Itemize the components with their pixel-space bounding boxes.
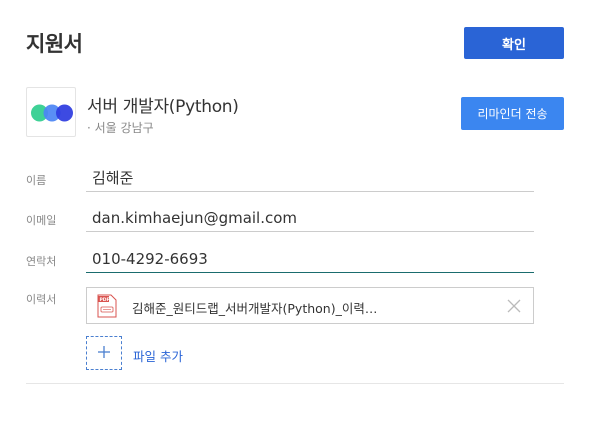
close-icon[interactable] <box>505 297 523 315</box>
confirm-button[interactable]: 확인 <box>464 27 564 59</box>
add-file-label[interactable]: 파일 추가 <box>133 346 183 365</box>
phone-label: 연락처 <box>26 255 57 268</box>
resume-label: 이력서 <box>26 293 57 306</box>
phone-input[interactable] <box>86 245 534 273</box>
job-location: · 서울 강남구 <box>87 121 154 135</box>
pdf-file-icon: PDF <box>97 294 117 318</box>
resume-file-name: 김해준_원티드랩_서버개발자(Python)_이력… <box>132 301 378 316</box>
plus-icon <box>97 344 111 363</box>
add-file-button[interactable] <box>86 336 122 370</box>
name-label: 이름 <box>26 174 47 187</box>
send-reminder-button[interactable]: 리마인더 전송 <box>461 97 564 130</box>
email-label: 이메일 <box>26 214 57 227</box>
company-logo <box>26 87 76 137</box>
email-input[interactable] <box>86 204 534 232</box>
svg-text:PDF: PDF <box>100 297 110 303</box>
modal-title: 지원서 <box>26 32 83 56</box>
name-input[interactable] <box>86 164 534 192</box>
divider <box>26 383 564 384</box>
job-title: 서버 개발자(Python) <box>87 97 239 117</box>
resume-file-item[interactable]: PDF 김해준_원티드랩_서버개발자(Python)_이력… <box>86 287 534 324</box>
